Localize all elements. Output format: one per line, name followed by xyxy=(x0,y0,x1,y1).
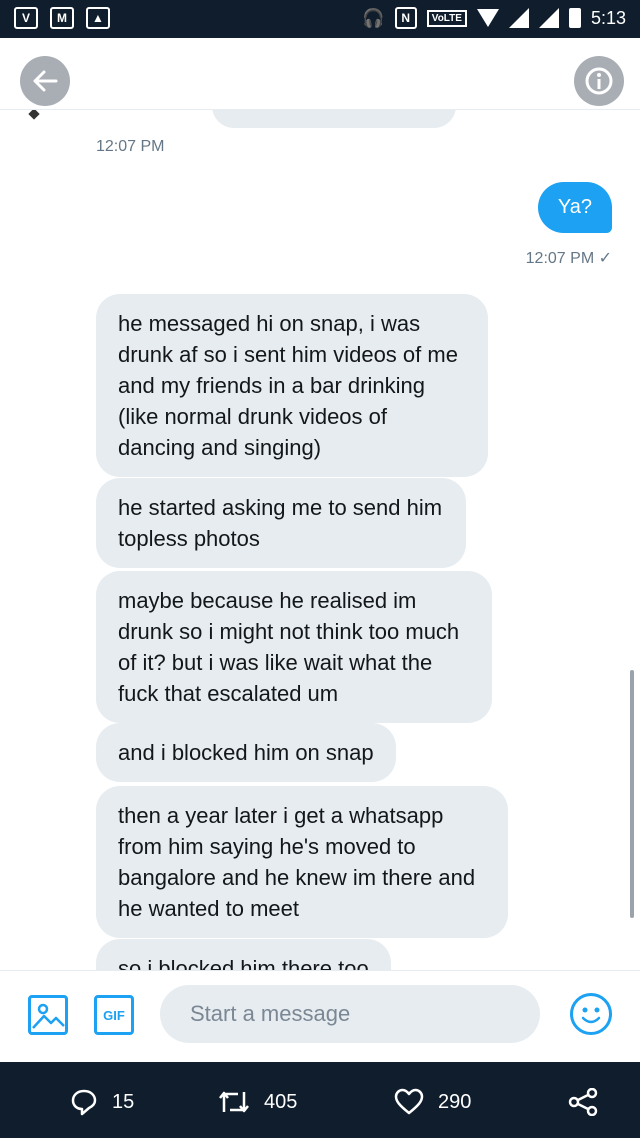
retweet-count: 405 xyxy=(264,1090,298,1113)
message-list[interactable]: 12:07 PM Ya? 12:07 PM ✓ he messaged hi o… xyxy=(0,110,640,970)
received-message-bubble: so i blocked him there too xyxy=(96,939,391,970)
clock: 5:13 xyxy=(590,7,626,28)
received-message-bubble: then a year later i get a whatsapp from … xyxy=(96,786,508,938)
info-icon xyxy=(585,67,613,95)
like-count: 290 xyxy=(438,1090,472,1113)
gallery-icon: ▲ xyxy=(86,7,110,29)
reply-action[interactable]: 15 xyxy=(70,1088,134,1116)
emoji-button[interactable] xyxy=(570,993,612,1035)
received-message-bubble: and i blocked him on snap xyxy=(96,723,396,782)
image-icon xyxy=(32,1003,65,1029)
battery-icon xyxy=(568,8,581,28)
tweet-action-bar: 15 405 290 xyxy=(0,1062,640,1138)
retweet-icon xyxy=(219,1091,249,1113)
info-button[interactable] xyxy=(574,56,624,106)
signal-icon xyxy=(508,8,529,28)
nfc-icon: N xyxy=(394,7,417,29)
scrollbar[interactable] xyxy=(630,670,634,918)
sent-timestamp: 12:07 PM ✓ xyxy=(525,250,612,267)
share-icon xyxy=(568,1088,598,1116)
timestamp: 12:07 PM xyxy=(96,138,165,155)
received-message-bubble: maybe because he realised im drunk so i … xyxy=(96,571,492,723)
avatar-fragment xyxy=(28,110,40,120)
message-composer: GIF xyxy=(0,970,640,1062)
app-icon: V xyxy=(14,7,38,29)
partial-message-bubble xyxy=(212,110,456,128)
smiley-icon xyxy=(581,1007,601,1024)
message-input[interactable] xyxy=(160,985,540,1043)
status-bar: V M ▲ 🎧 N VoLTE 5:13 xyxy=(0,0,640,38)
volte-badge: VoLTE xyxy=(426,9,467,27)
headset-icon: 🎧 xyxy=(362,7,385,28)
back-button[interactable] xyxy=(20,56,70,106)
share-action[interactable] xyxy=(568,1088,598,1116)
gmail-icon: M xyxy=(50,7,74,29)
reply-icon xyxy=(71,1089,97,1116)
media-button[interactable] xyxy=(28,995,68,1035)
retweet-action[interactable]: 405 xyxy=(218,1088,297,1116)
heart-icon xyxy=(394,1088,424,1115)
received-message-bubble: he started asking me to send him topless… xyxy=(96,478,466,568)
received-message-bubble: he messaged hi on snap, i was drunk af s… xyxy=(96,294,488,477)
like-action[interactable]: 290 xyxy=(394,1088,471,1116)
signal-icon-2 xyxy=(538,8,559,28)
gif-button[interactable]: GIF xyxy=(94,995,134,1035)
back-arrow-icon xyxy=(33,70,58,92)
sent-message-bubble: Ya? xyxy=(537,182,612,233)
conversation-header xyxy=(0,38,640,110)
reply-count: 15 xyxy=(112,1090,135,1113)
wifi-icon xyxy=(476,9,499,27)
